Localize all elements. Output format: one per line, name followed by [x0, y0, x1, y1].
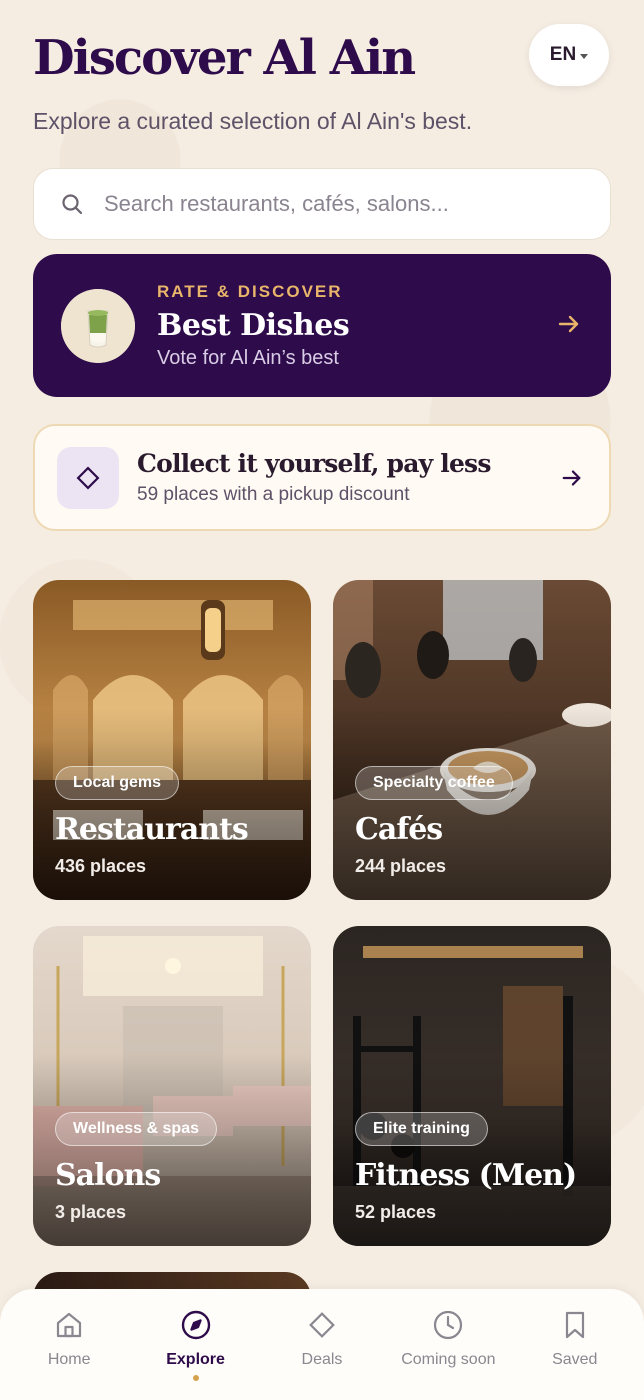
compass-icon: [181, 1310, 210, 1340]
category-count: 3 places: [55, 1202, 127, 1222]
bottom-tab-bar: Home Explore Deals Coming soon Saved: [0, 1289, 644, 1400]
tab-home[interactable]: Home: [9, 1309, 129, 1400]
arrow-right-icon: [562, 470, 581, 486]
tab-coming-soon[interactable]: Coming soon: [388, 1309, 508, 1400]
tab-label: Explore: [166, 1351, 225, 1368]
best-dishes-banner[interactable]: RATE & DISCOVER Best Dishes Vote for Al …: [33, 254, 611, 397]
tag-diamond-icon: [309, 1312, 335, 1338]
category-count: 52 places: [355, 1202, 437, 1222]
card-overlay: [33, 580, 311, 900]
category-card-salons[interactable]: Wellness & spas Salons 3 places: [33, 926, 311, 1246]
card-overlay: [333, 926, 611, 1246]
pickup-title: Collect it yourself, pay less: [137, 449, 491, 478]
tab-saved[interactable]: Saved: [515, 1309, 635, 1400]
matcha-drink-image: [61, 288, 135, 363]
category-card-cafes[interactable]: Specialty coffee Cafés 244 places: [333, 580, 611, 900]
tag-diamond-icon: [76, 466, 100, 489]
category-title: Cafés: [355, 812, 443, 847]
category-badge: Local gems: [55, 766, 180, 800]
page-title: Discover Al Ain: [33, 30, 416, 86]
pickup-icon-container: [57, 446, 119, 509]
promo-title: Best Dishes: [157, 307, 350, 343]
bookmark-icon: [565, 1311, 584, 1339]
language-label: EN: [549, 44, 577, 65]
card-overlay: [33, 926, 311, 1246]
tab-label: Deals: [301, 1351, 343, 1368]
search-input[interactable]: [104, 191, 584, 217]
category-card-restaurants[interactable]: Local gems Restaurants 436 places: [33, 580, 311, 900]
language-selector[interactable]: EN: [529, 24, 609, 86]
arrow-right-icon: [558, 315, 579, 333]
tab-label: Saved: [552, 1351, 598, 1368]
tab-label: Coming soon: [401, 1351, 496, 1368]
category-badge: Elite training: [355, 1112, 488, 1146]
promo-eyebrow: RATE & DISCOVER: [157, 281, 343, 301]
pickup-discount-card[interactable]: Collect it yourself, pay less 59 places …: [33, 424, 611, 531]
category-card-fitness-men[interactable]: Elite training Fitness (Men) 52 places: [333, 926, 611, 1246]
search-bar[interactable]: [33, 168, 611, 240]
home-icon: [57, 1312, 82, 1338]
pickup-subtitle: 59 places with a pickup discount: [137, 484, 410, 505]
active-indicator: [192, 1375, 199, 1381]
card-overlay: [333, 580, 611, 900]
clock-icon: [434, 1310, 463, 1340]
promo-subtitle: Vote for Al Ain’s best: [157, 346, 339, 369]
tab-label: Home: [47, 1351, 91, 1368]
category-title: Fitness (Men): [355, 1158, 577, 1193]
chevron-down-icon: [580, 53, 589, 59]
tab-deals[interactable]: Deals: [262, 1309, 382, 1400]
category-count: 436 places: [55, 856, 147, 876]
category-title: Restaurants: [55, 812, 249, 847]
category-badge: Wellness & spas: [55, 1112, 217, 1146]
tab-explore[interactable]: Explore: [136, 1309, 256, 1400]
category-title: Salons: [55, 1158, 161, 1193]
page-subtitle: Explore a curated selection of Al Ain's …: [33, 108, 473, 134]
search-icon: [62, 194, 83, 215]
category-count: 244 places: [355, 856, 447, 876]
category-badge: Specialty coffee: [355, 766, 513, 800]
